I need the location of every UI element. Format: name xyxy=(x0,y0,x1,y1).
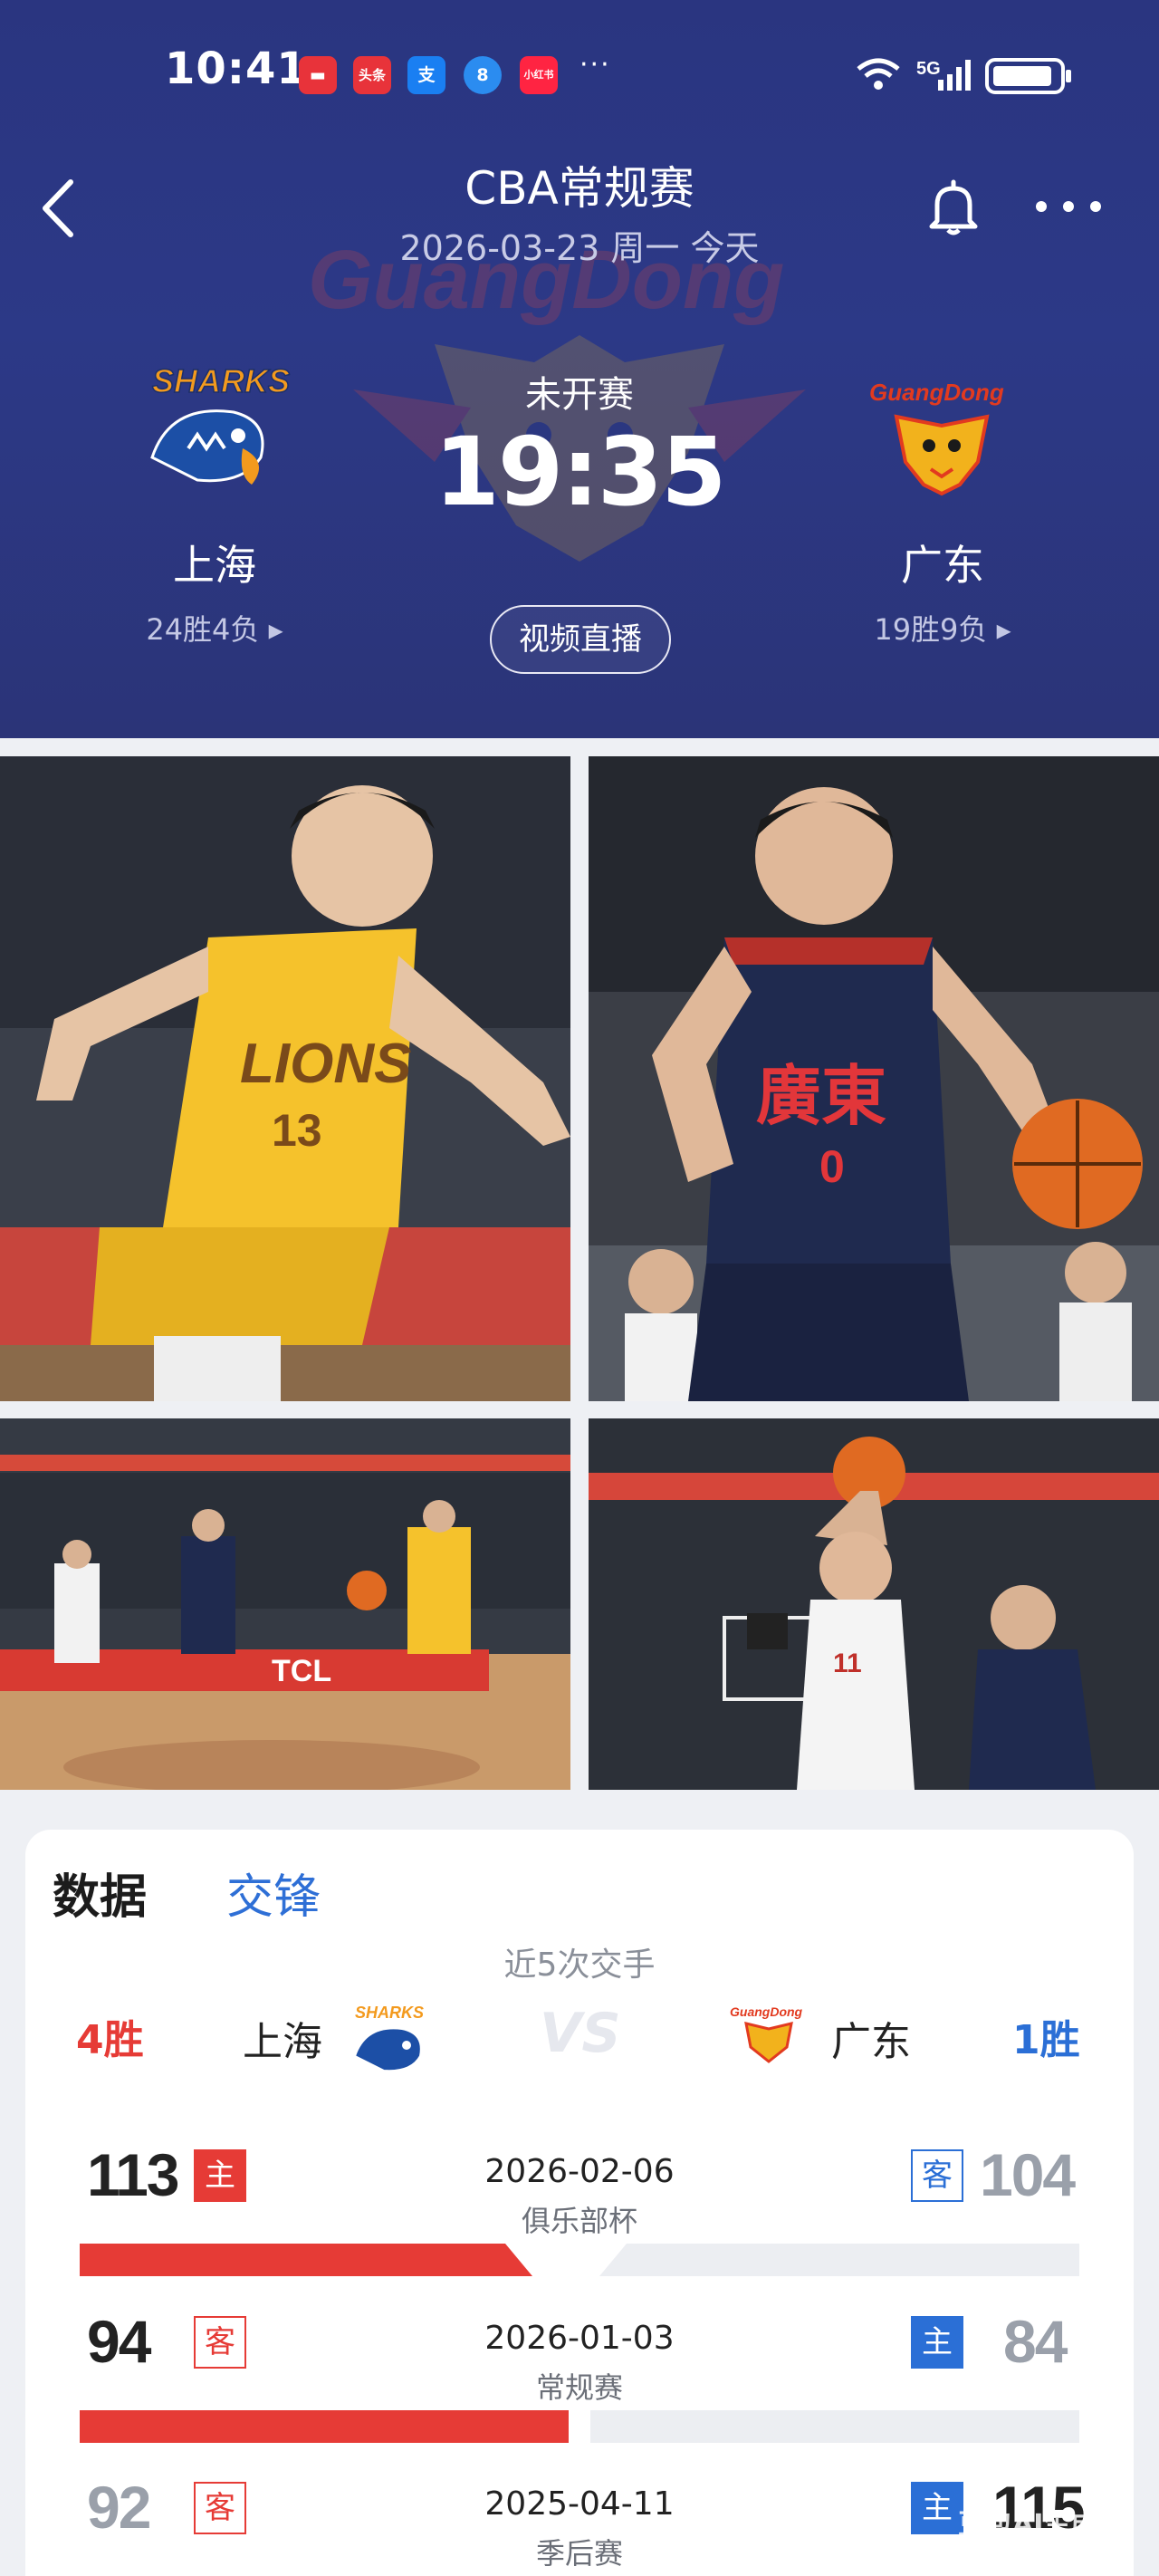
tab-data[interactable]: 数据 xyxy=(53,1859,147,1927)
signal-icon xyxy=(938,60,971,91)
home-score-bar xyxy=(80,2244,532,2276)
svg-text:SHARKS: SHARKS xyxy=(355,2004,424,2022)
away-venue-badge: 客 xyxy=(911,2149,963,2202)
away-venue-badge: 主 xyxy=(911,2482,963,2534)
guangdong-team-logo-small: GuangDong xyxy=(730,2004,803,2063)
away-score: 104 xyxy=(980,2141,1076,2208)
match-date: 2026-03-23 周一 今天 xyxy=(399,228,760,268)
home-wins: 4胜 xyxy=(76,2017,144,2063)
xiaohongshu-app-icon: 小红书 xyxy=(520,56,558,94)
page-title: CBA常规赛 xyxy=(465,162,694,215)
alipay-app-icon: 支 xyxy=(407,56,445,94)
home-score-bar xyxy=(80,2410,569,2443)
away-score-bar xyxy=(599,2244,1079,2276)
away-score: 84 xyxy=(1003,2308,1068,2375)
away-score-bar xyxy=(590,2410,1079,2443)
svg-text:TCL: TCL xyxy=(272,1654,331,1688)
status-bar: 10:41 ▬ 头条 支 8 小红书 ··· 5G xyxy=(0,36,1159,109)
home-team-name[interactable]: 上海 xyxy=(97,533,332,592)
svg-text:GuangDong: GuangDong xyxy=(730,2004,803,2019)
h2h-title: 近5次交手 xyxy=(503,1946,656,1984)
photo-game-action[interactable]: TCL xyxy=(0,1418,570,1790)
tab-head-to-head[interactable]: 交锋 xyxy=(226,1859,321,1927)
away-team-name[interactable]: 广东 xyxy=(825,533,1060,592)
shanghai-team-logo-small: SHARKS xyxy=(353,2004,424,2072)
game-date: 2026-01-03 xyxy=(484,2320,675,2357)
match-header: GuangDong 10:41 ▬ 头条 支 8 小红书 ··· 5G CBA常… xyxy=(0,0,1159,738)
photo-player-yellow[interactable]: LIONS 13 xyxy=(0,756,570,1401)
mail-app-icon: ▬ xyxy=(299,56,337,94)
video-live-button[interactable]: 视频直播 xyxy=(490,605,671,674)
svg-text:廣東: 廣東 xyxy=(756,1057,886,1134)
svg-text:13: 13 xyxy=(272,1105,322,1156)
app-8-icon: 8 xyxy=(464,56,502,94)
network-type: 5G xyxy=(916,59,941,79)
vs-mark: VS xyxy=(540,2002,621,2065)
home-team-record[interactable]: 24胜4负 ▸ xyxy=(97,607,332,649)
h2h-home-team: 上海 xyxy=(243,2019,322,2065)
away-team-record[interactable]: 19胜9负 ▸ xyxy=(825,607,1060,649)
svg-text:11: 11 xyxy=(833,1648,862,1678)
h2h-game[interactable]: 94 客 2026-01-03 常规赛 主 84 xyxy=(0,2300,1159,2463)
h2h-away-team: 广东 xyxy=(831,2019,911,2065)
status-time: 10:41 xyxy=(165,43,308,94)
h2h-summary: 4胜 上海 SHARKS VS GuangDong 广东 1胜 xyxy=(0,1993,1159,2074)
svg-text:GuangDong: GuangDong xyxy=(869,379,1004,406)
away-venue-badge: 主 xyxy=(911,2316,963,2369)
status-indicators: 5G xyxy=(857,58,1071,94)
away-wins: 1胜 xyxy=(1012,2017,1080,2063)
svg-text:0: 0 xyxy=(819,1141,845,1192)
game-type: 常规赛 xyxy=(535,2370,623,2405)
h2h-game[interactable]: 113 主 2026-02-06 俱乐部杯 客 104 xyxy=(0,2133,1159,2296)
more-icon[interactable] xyxy=(1032,197,1105,216)
svg-text:LIONS: LIONS xyxy=(240,1033,411,1095)
more-notifications-icon: ··· xyxy=(580,49,611,81)
bell-icon[interactable] xyxy=(926,179,981,237)
guangdong-team-logo[interactable]: GuangDong xyxy=(860,362,1023,507)
ai-watermark: 豆包AI生成 xyxy=(958,2509,1098,2541)
toutiao-app-icon: 头条 xyxy=(353,56,391,94)
wifi-icon xyxy=(857,58,900,90)
battery-icon xyxy=(985,58,1071,94)
photo-player-shooting[interactable]: 11 xyxy=(589,1418,1159,1790)
photo-player-navy[interactable]: 廣東 0 xyxy=(589,756,1159,1401)
